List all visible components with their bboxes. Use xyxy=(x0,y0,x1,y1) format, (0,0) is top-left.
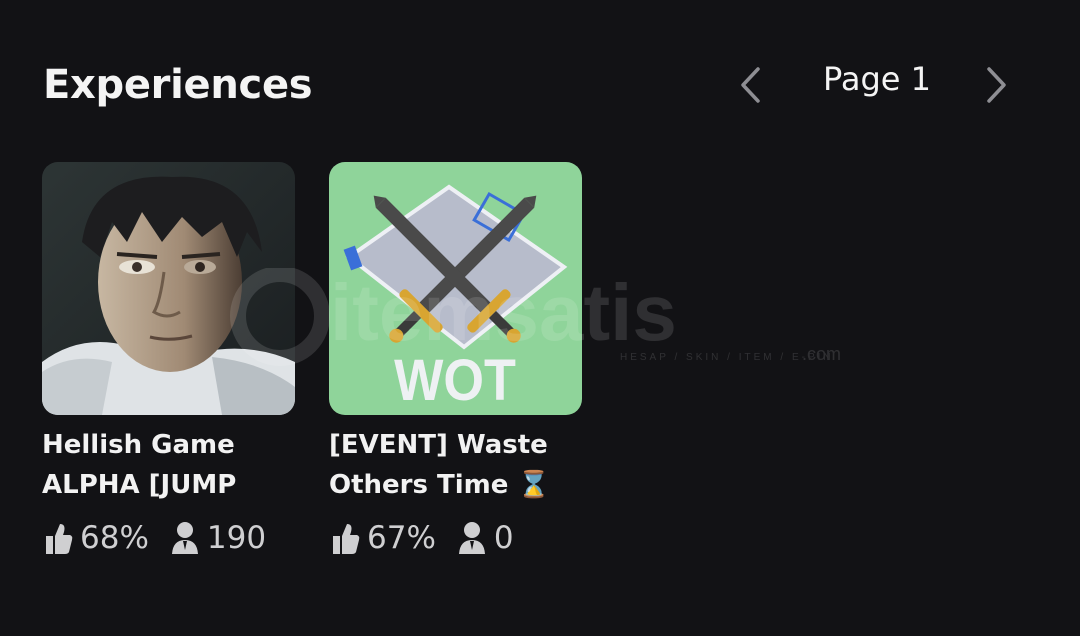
player-count: 0 xyxy=(493,520,514,556)
players-icon xyxy=(171,522,198,554)
section-title: Experiences xyxy=(43,62,313,108)
experience-title[interactable]: Hellish Game ALPHA [JUMP xyxy=(42,425,282,505)
players-icon xyxy=(458,522,485,554)
chevron-left-icon xyxy=(741,67,760,103)
experience-stats: 67% 0 xyxy=(329,520,514,556)
experience-title-line: Hellish Game xyxy=(42,430,235,460)
experience-title-line: ALPHA [JUMP xyxy=(42,470,237,500)
rating-value: 67% xyxy=(367,520,436,556)
rating-value: 68% xyxy=(80,520,149,556)
previous-page-button[interactable] xyxy=(730,62,770,108)
thumbnail-text: WOT xyxy=(394,347,516,412)
experience-card[interactable]: WOT [EVENT] Waste Others Time ⌛ 67% 0 xyxy=(329,162,583,556)
watermark-tagline: HESAP / SKIN / ITEM / E-PIN xyxy=(620,352,834,363)
experience-thumbnail[interactable]: WOT xyxy=(329,162,582,415)
next-page-button[interactable] xyxy=(977,62,1017,108)
thumbs-up-icon xyxy=(333,524,360,554)
thumbs-up-icon xyxy=(46,524,73,554)
watermark-suffix: .com xyxy=(802,344,841,364)
hourglass-icon: ⌛ xyxy=(517,470,550,500)
page-indicator: Page 1 xyxy=(823,60,931,98)
experience-title[interactable]: [EVENT] Waste Others Time ⌛ xyxy=(329,425,569,505)
experience-title-line: Others Time ⌛ xyxy=(329,465,569,505)
experience-card[interactable]: Hellish Game ALPHA [JUMP 68% 190 xyxy=(42,162,296,556)
player-count: 190 xyxy=(206,520,267,556)
experience-stats: 68% 190 xyxy=(42,520,266,556)
chevron-right-icon xyxy=(987,67,1006,103)
experience-title-text: Others Time xyxy=(329,470,509,500)
experience-title-line: [EVENT] Waste xyxy=(329,430,548,460)
experience-thumbnail[interactable] xyxy=(42,162,295,415)
experiences-page: Experiences Page 1 Hellish Game ALPHA [J… xyxy=(0,0,1080,636)
